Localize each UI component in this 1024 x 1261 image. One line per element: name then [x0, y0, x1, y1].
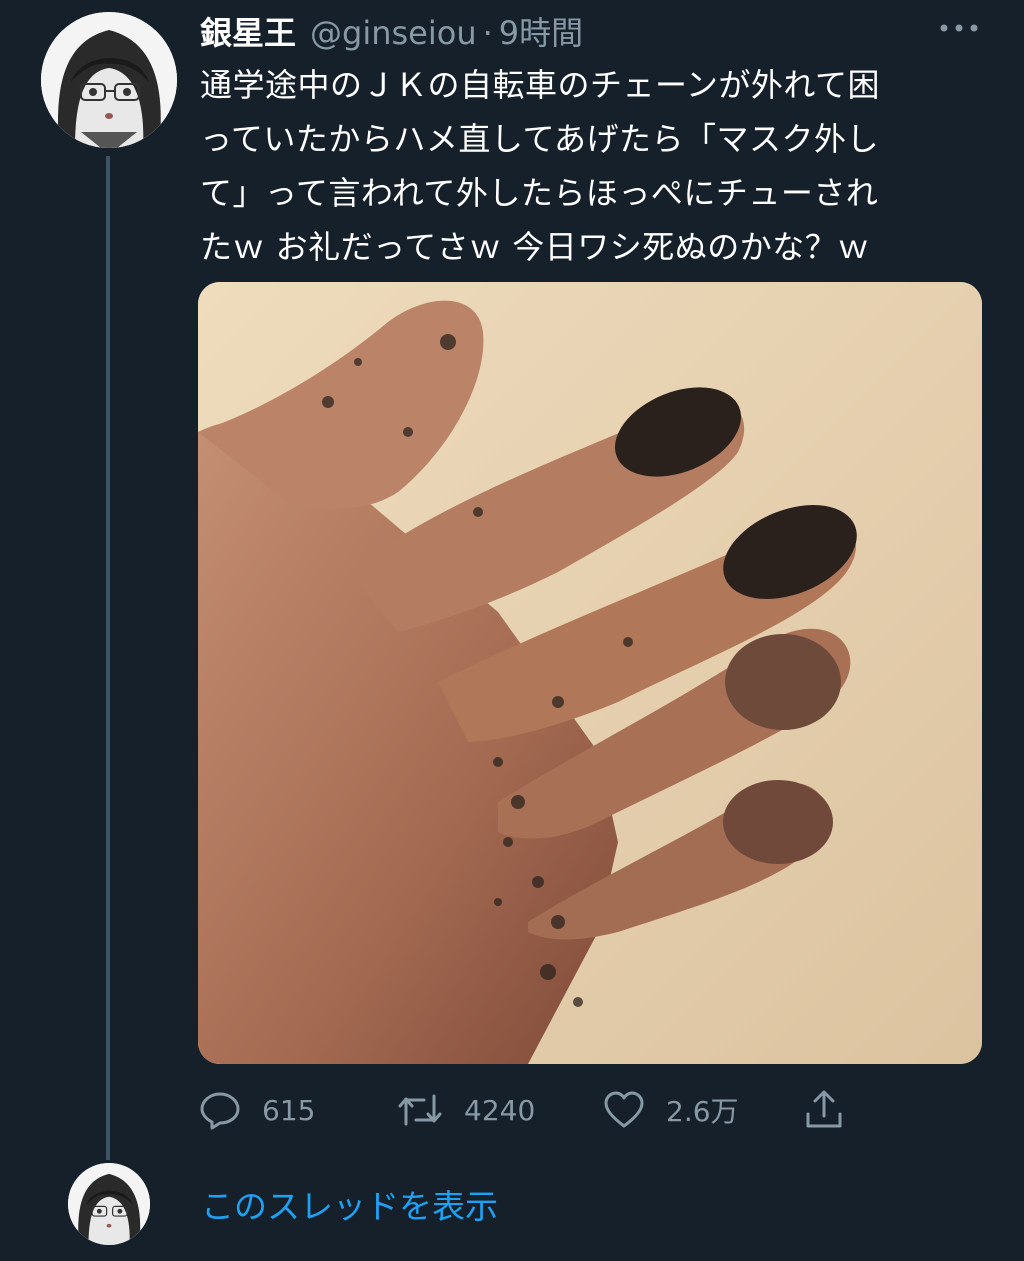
more-horizontal-icon[interactable] [938, 18, 980, 38]
retweet-button[interactable]: 4240 [396, 1080, 535, 1140]
reply-count: 615 [262, 1093, 316, 1127]
heart-icon [604, 1091, 644, 1128]
retweet-icon [398, 1094, 442, 1126]
tweet-text-line: て」って言われて外したらほっぺにチューされ [200, 174, 879, 212]
thread-connector-line [106, 156, 110, 1160]
tweet-photo[interactable] [198, 282, 982, 1064]
tweet-actions: 615 4240 2.6万 [198, 1080, 898, 1140]
author-handle[interactable]: @ginseiou [310, 14, 477, 52]
share-icon [806, 1090, 842, 1128]
retweet-count: 4240 [464, 1093, 536, 1127]
tweet-header: 銀星王 @ginseiou · 9時間 [200, 8, 583, 52]
tweet-page: 銀星王 @ginseiou · 9時間 通学途中のＪＫの自転車のチェーンが外れて… [0, 0, 1024, 1261]
author-avatar[interactable] [41, 12, 177, 148]
reply-button[interactable]: 615 [198, 1080, 315, 1140]
reply-icon [200, 1092, 240, 1130]
tweet-text-line: っていたからハメ直してあげたら「マスク外し [200, 120, 879, 158]
author-name[interactable]: 銀星王 [200, 8, 296, 54]
like-count: 2.6万 [666, 1095, 739, 1128]
tweet-text-line: たｗ お礼だってさｗ 今日ワシ死ぬのかな？ｗ [200, 228, 870, 266]
thread-author-avatar[interactable] [68, 1163, 150, 1245]
show-thread-link[interactable]: このスレッドを表示 [201, 1180, 498, 1228]
like-button[interactable]: 2.6万 [602, 1080, 739, 1140]
tweet-text-line: 通学途中のＪＫの自転車のチェーンが外れて困 [200, 66, 880, 104]
share-button[interactable] [802, 1080, 866, 1140]
tweet-text: 通学途中のＪＫの自転車のチェーンが外れて困 っていたからハメ直してあげたら「マス… [200, 58, 990, 274]
tweet-timestamp[interactable]: 9時間 [499, 8, 583, 54]
header-separator: · [482, 14, 493, 52]
